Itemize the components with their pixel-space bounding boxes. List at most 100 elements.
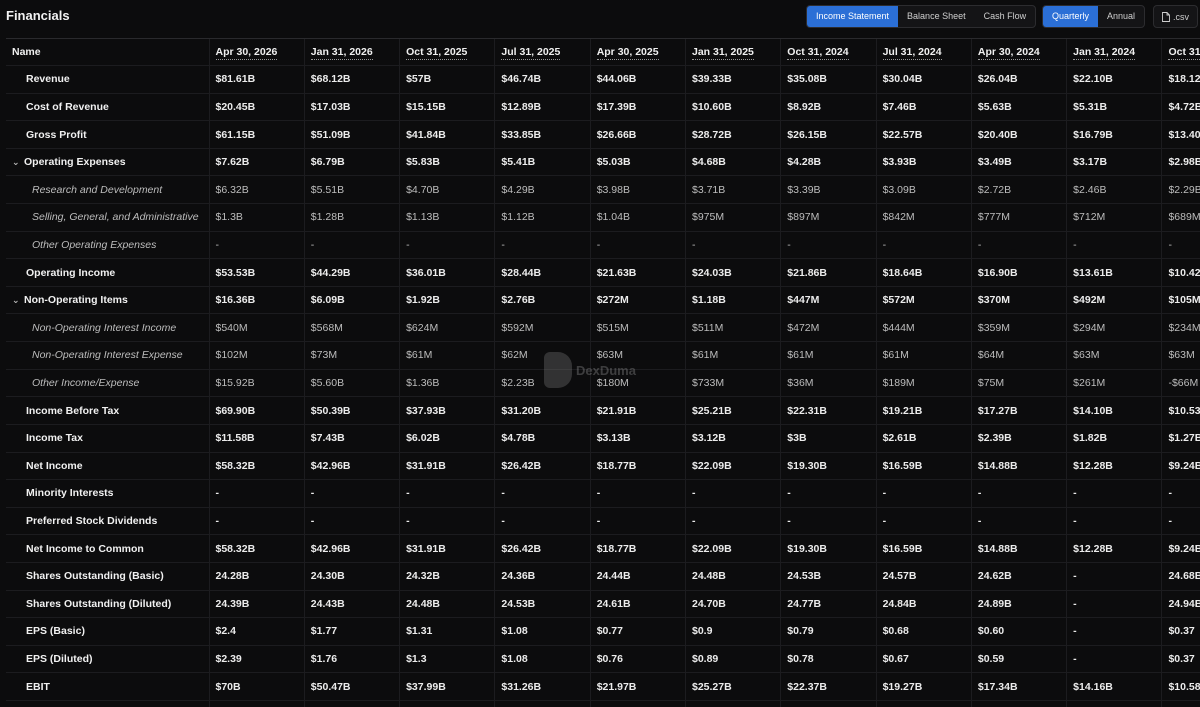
row-label-text: Minority Interests [26, 487, 114, 499]
column-header-name[interactable]: Name [6, 39, 209, 66]
table-cell: $17.27B [971, 397, 1066, 425]
table-cell: $689M [1162, 204, 1200, 232]
column-header-period[interactable]: Oct 31, 2023 [1162, 39, 1200, 66]
table-cell: $1.36B [400, 369, 495, 397]
table-cell: $42.96B [304, 535, 399, 563]
tab-annual[interactable]: Annual [1098, 6, 1144, 27]
row-label: Non-Operating Interest Income [6, 314, 209, 342]
table-cell: 24.53B [781, 562, 876, 590]
table-row[interactable]: ⌄Operating Expenses$7.62B$6.79B$5.83B$5.… [6, 148, 1200, 176]
table-cell: $19.70B [876, 701, 971, 707]
table-cell: $22.85B [781, 701, 876, 707]
table-cell: $12.28B [1067, 452, 1162, 480]
table-cell: $64M [971, 342, 1066, 370]
table-cell: $0.76 [590, 645, 685, 673]
export-csv-button[interactable]: .csv [1153, 5, 1198, 28]
table-cell: $63M [1162, 342, 1200, 370]
row-label: ⌄Operating Expenses [6, 148, 209, 176]
table-cell: - [781, 231, 876, 259]
table-cell: $511M [685, 314, 780, 342]
tab-balance-sheet[interactable]: Balance Sheet [898, 6, 975, 27]
table-cell: - [1067, 480, 1162, 508]
row-label-text: Non-Operating Interest Expense [32, 349, 183, 361]
table-cell: - [1162, 231, 1200, 259]
table-cell: - [304, 231, 399, 259]
column-header-period[interactable]: Jan 31, 2026 [304, 39, 399, 66]
table-cell: $21.91B [590, 397, 685, 425]
table-cell: $3.98B [590, 176, 685, 204]
table-cell: $712M [1067, 204, 1162, 232]
table-cell: - [304, 507, 399, 535]
tab-cash-flow[interactable]: Cash Flow [975, 6, 1036, 27]
table-cell: 24.70B [685, 590, 780, 618]
table-header-row: Name Apr 30, 2026Jan 31, 2026Oct 31, 202… [6, 39, 1200, 66]
table-cell: $3.49B [971, 148, 1066, 176]
row-label: EBIT [6, 673, 209, 701]
table-cell: $18.77B [590, 535, 685, 563]
column-header-period[interactable]: Jan 31, 2025 [685, 39, 780, 66]
table-cell: $1.28B [304, 204, 399, 232]
row-label-text: Other Operating Expenses [32, 239, 156, 251]
row-label: Operating Income [6, 259, 209, 287]
tab-income-statement[interactable]: Income Statement [807, 6, 898, 27]
table-cell: $36M [781, 369, 876, 397]
table-cell: $19.27B [876, 673, 971, 701]
column-header-period[interactable]: Apr 30, 2024 [971, 39, 1066, 66]
column-header-period[interactable]: Jul 31, 2024 [876, 39, 971, 66]
row-label: Shares Outstanding (Diluted) [6, 590, 209, 618]
table-cell: $17.34B [971, 673, 1066, 701]
table-cell: $0.78 [781, 645, 876, 673]
table-cell: $5.60B [304, 369, 399, 397]
table-cell: - [1067, 231, 1162, 259]
table-cell: $41.84B [400, 121, 495, 149]
table-cell: $21.97B [590, 673, 685, 701]
table-cell: 24.68B [1162, 562, 1200, 590]
table-cell: $189M [876, 369, 971, 397]
table-cell: $22.58B [590, 701, 685, 707]
table-cell: $63M [1067, 342, 1162, 370]
table-cell: $51.09B [304, 121, 399, 149]
table-row: EBITDA$71B$51.28B$38.74B$31.93B$22.58B$2… [6, 701, 1200, 707]
column-header-period[interactable]: Apr 30, 2025 [590, 39, 685, 66]
table-cell: $15.15B [400, 93, 495, 121]
table-cell: $294M [1067, 314, 1162, 342]
table-cell: $5.41B [495, 148, 590, 176]
table-row[interactable]: ⌄Non-Operating Items$16.36B$6.09B$1.92B$… [6, 286, 1200, 314]
table-cell: - [781, 507, 876, 535]
tab-quarterly[interactable]: Quarterly [1043, 6, 1098, 27]
table-cell: $359M [971, 314, 1066, 342]
table-cell: $1.3B [209, 204, 304, 232]
table-row: Research and Development$6.32B$5.51B$4.7… [6, 176, 1200, 204]
table-cell: $1.08 [495, 618, 590, 646]
table-cell: 24.44B [590, 562, 685, 590]
table-cell: - [1067, 618, 1162, 646]
table-row: EBIT$70B$50.47B$37.99B$31.26B$21.97B$25.… [6, 673, 1200, 701]
column-header-period[interactable]: Jan 31, 2024 [1067, 39, 1162, 66]
table-cell: -$66M [1162, 369, 1200, 397]
table-cell: $26.04B [971, 66, 1066, 94]
row-label: Net Income to Common [6, 535, 209, 563]
table-cell: - [781, 480, 876, 508]
period-label: Apr 30, 2025 [597, 46, 659, 60]
table-cell: $7.46B [876, 93, 971, 121]
table-cell: $13.61B [1067, 259, 1162, 287]
row-label: Shares Outstanding (Basic) [6, 562, 209, 590]
table-cell: $1.13B [400, 204, 495, 232]
financials-table-container[interactable]: Name Apr 30, 2026Jan 31, 2026Oct 31, 202… [6, 38, 1200, 707]
table-cell: $71B [209, 701, 304, 707]
table-cell: $3.13B [590, 424, 685, 452]
column-header-period[interactable]: Oct 31, 2025 [400, 39, 495, 66]
row-label: Other Operating Expenses [6, 231, 209, 259]
chevron-down-icon[interactable]: ⌄ [12, 295, 24, 306]
table-row: Operating Income$53.53B$44.29B$36.01B$28… [6, 259, 1200, 287]
chevron-down-icon[interactable]: ⌄ [12, 157, 24, 168]
table-cell: $1.04B [590, 204, 685, 232]
row-label: Non-Operating Interest Expense [6, 342, 209, 370]
row-label: EPS (Diluted) [6, 645, 209, 673]
table-cell: $0.67 [876, 645, 971, 673]
column-header-period[interactable]: Oct 31, 2024 [781, 39, 876, 66]
column-header-period[interactable]: Jul 31, 2025 [495, 39, 590, 66]
table-cell: $31.93B [495, 701, 590, 707]
table-cell: $8.92B [781, 93, 876, 121]
column-header-period[interactable]: Apr 30, 2026 [209, 39, 304, 66]
